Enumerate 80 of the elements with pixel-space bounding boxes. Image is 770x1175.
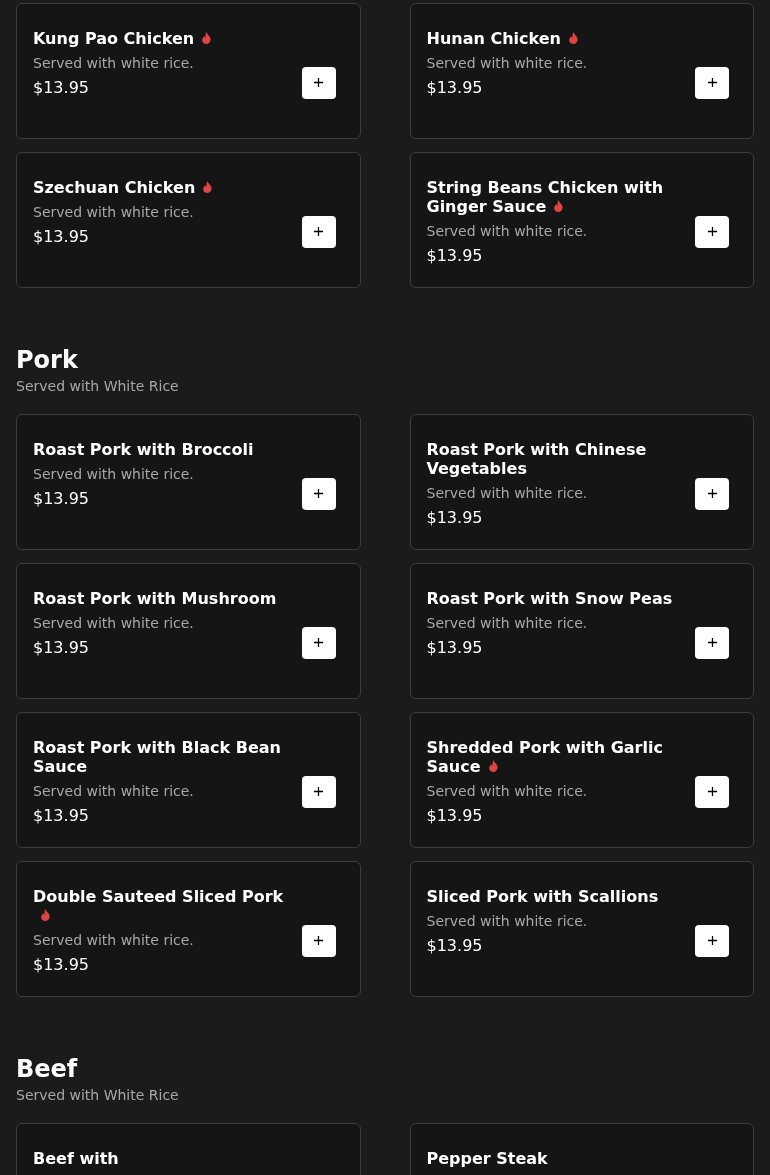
dish-price: $13.95 xyxy=(426,78,484,98)
dish-description: Served with white rice. xyxy=(426,55,588,72)
add-button[interactable] xyxy=(301,924,336,957)
plus-icon xyxy=(313,77,324,88)
menu-item-card[interactable]: Beef with xyxy=(16,1123,361,1175)
add-button[interactable] xyxy=(695,215,729,248)
dish-price: $13.95 xyxy=(33,806,90,826)
menu-item-card[interactable]: Roast Pork with Mushroom Served with white rice. $13.95 xyxy=(16,563,361,699)
plus-icon xyxy=(706,786,718,797)
section-subtitle: Served with White Rice xyxy=(16,377,180,395)
plus-icon xyxy=(313,935,324,946)
dish-name: Roast Pork with Black Bean Sauce xyxy=(33,738,282,776)
add-button[interactable] xyxy=(695,477,729,510)
dish-price: $13.95 xyxy=(426,638,484,658)
add-button[interactable] xyxy=(695,66,729,99)
add-button[interactable] xyxy=(301,775,336,808)
dish-description: Served with white rice. xyxy=(426,485,589,502)
section-title: Pork xyxy=(16,345,79,375)
menu-item-card[interactable]: Kung Pao Chicken Served with white rice. $13.95 xyxy=(16,3,361,139)
menu-item-card[interactable]: Double Sauteed Sliced Pork Served with white rice. $13.95 xyxy=(16,861,361,997)
add-button[interactable] xyxy=(301,626,336,659)
dish-name: Roast Pork with Broccoli xyxy=(33,440,254,459)
dish-name: Pepper Steak xyxy=(426,1149,548,1168)
dish-price: $13.95 xyxy=(33,227,90,247)
plus-icon xyxy=(706,488,718,499)
dish-name: Sliced Pork with Scallions xyxy=(426,887,659,906)
dish-price: $13.95 xyxy=(33,78,90,98)
menu-item-card[interactable]: Roast Pork with Chinese Vegetables Served with white rice. $13.95 xyxy=(409,414,754,550)
dish-description: Served with white rice. xyxy=(426,223,589,240)
plus-icon xyxy=(706,77,718,88)
dish-name: Beef with xyxy=(33,1149,119,1168)
dish-description: Served with white rice. xyxy=(33,204,195,221)
menu-item-card[interactable]: Roast Pork with Black Bean Sauce Served with white rice. $13.95 xyxy=(16,712,361,848)
dish-price: $13.95 xyxy=(426,936,484,956)
dish-description: Served with white rice. xyxy=(33,615,195,632)
dish-price: $13.95 xyxy=(426,508,484,528)
dish-description: Served with white rice. xyxy=(33,55,195,72)
dish-description: Served with white rice. xyxy=(426,615,589,632)
dish-name: Roast Pork with Mushroom xyxy=(33,589,277,608)
plus-icon xyxy=(706,226,718,237)
dish-name: Kung Pao Chicken xyxy=(33,29,214,48)
plus-icon xyxy=(313,637,324,648)
dish-price: $13.95 xyxy=(426,246,484,266)
dish-name: String Beans Chicken with Ginger Sauce xyxy=(426,178,665,216)
plus-icon xyxy=(313,226,324,237)
menu-item-card[interactable]: Roast Pork with Snow Peas Served with white rice. $13.95 xyxy=(409,563,754,699)
menu-item-card[interactable]: Sliced Pork with Scallions Served with white rice. $13.95 xyxy=(409,861,754,997)
add-button[interactable] xyxy=(695,924,729,957)
plus-icon xyxy=(706,935,718,946)
plus-icon xyxy=(313,488,324,499)
menu-item-card[interactable]: Shredded Pork with Garlic Sauce Served with white rice. $13.95 xyxy=(409,712,754,848)
dish-price: $13.95 xyxy=(33,638,90,658)
plus-icon xyxy=(706,637,718,648)
add-button[interactable] xyxy=(301,477,336,510)
dish-name: Roast Pork with Snow Peas xyxy=(426,589,673,608)
menu-item-card[interactable]: Hunan Chicken Served with white rice. $13.95 xyxy=(409,3,754,139)
dish-price: $13.95 xyxy=(33,489,90,509)
dish-description: Served with white rice. xyxy=(33,783,195,800)
add-button[interactable] xyxy=(695,626,729,659)
plus-icon xyxy=(313,786,324,797)
add-button[interactable] xyxy=(301,215,336,248)
dish-name: Hunan Chicken xyxy=(426,29,588,48)
dish-name: Shredded Pork with Garlic Sauce xyxy=(426,738,664,776)
dish-name: Szechuan Chicken xyxy=(33,178,215,197)
dish-price: $13.95 xyxy=(426,806,484,826)
menu-item-card[interactable]: String Beans Chicken with Ginger Sauce Served with white rice. $13.95 xyxy=(409,152,754,288)
dish-description: Served with white rice. xyxy=(426,913,589,930)
menu-item-card[interactable]: Szechuan Chicken Served with white rice. $13.95 xyxy=(16,152,361,288)
add-button[interactable] xyxy=(301,66,336,99)
menu-item-card[interactable]: Pepper Steak xyxy=(409,1123,754,1175)
add-button[interactable] xyxy=(695,775,729,808)
dish-name: Roast Pork with Chinese Vegetables xyxy=(426,440,648,478)
section-subtitle: Served with White Rice xyxy=(16,1086,180,1104)
menu-item-card[interactable]: Roast Pork with Broccoli Served with white rice. $13.95 xyxy=(16,414,361,550)
section-title: Beef xyxy=(16,1054,79,1084)
dish-price: $13.95 xyxy=(33,955,90,975)
dish-description: Served with white rice. xyxy=(33,932,195,949)
dish-description: Served with white rice. xyxy=(426,783,589,800)
dish-description: Served with white rice. xyxy=(33,466,195,483)
dish-name: Double Sauteed Sliced Pork xyxy=(33,887,286,925)
